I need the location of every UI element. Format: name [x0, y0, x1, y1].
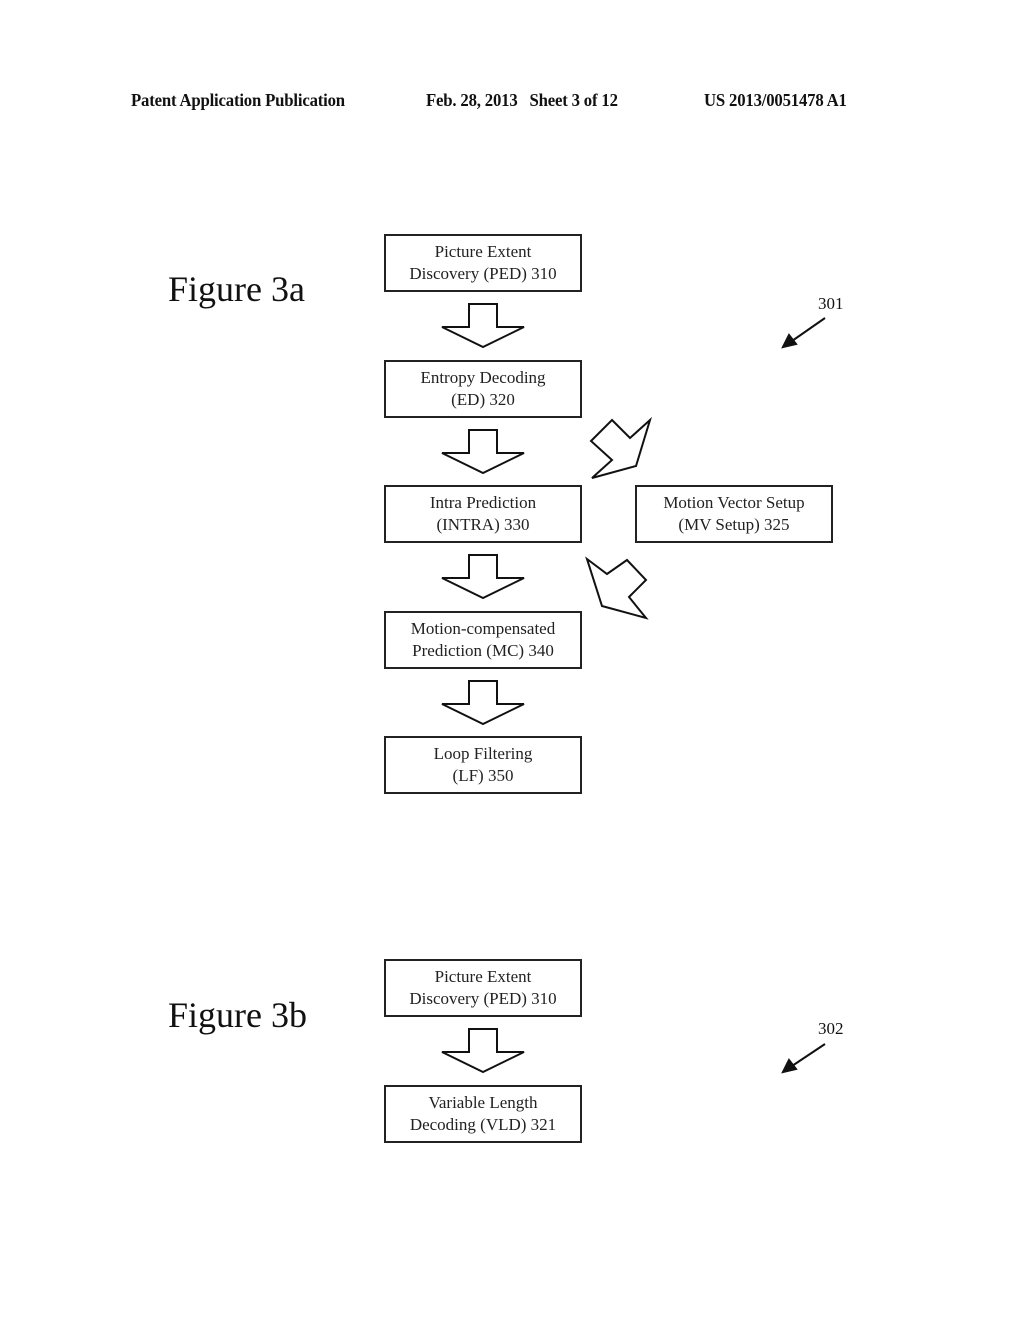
box-line: Intra Prediction — [429, 493, 537, 512]
box-line: (MV Setup) 325 — [678, 515, 790, 534]
figure-3b-reference: 302 — [818, 1019, 844, 1038]
box-line: Discovery (PED) 310 — [409, 989, 557, 1008]
reference-leader-line — [791, 1043, 826, 1067]
diagonal-arrow-icon — [585, 556, 649, 620]
box-line: Motion-compensated — [410, 619, 556, 638]
down-arrow-icon — [441, 1028, 525, 1074]
box-line: Picture Extent — [434, 967, 532, 986]
reference-arrowhead-icon — [781, 333, 798, 349]
box-ed-320: Entropy Decoding (ED) 320 — [384, 360, 582, 418]
box-intra-330: Intra Prediction (INTRA) 330 — [384, 485, 582, 543]
date-sheet-label: Feb. 28, 2013 Sheet 3 of 12 — [426, 90, 618, 110]
box-mc-340: Motion-compensated Prediction (MC) 340 — [384, 611, 582, 669]
box-mv-setup-325: Motion Vector Setup (MV Setup) 325 — [635, 485, 833, 543]
diagonal-arrow-icon — [589, 416, 653, 479]
box-line: Entropy Decoding — [420, 368, 546, 387]
figure-3b-title: Figure 3b — [168, 995, 307, 1035]
box-vld-321: Variable Length Decoding (VLD) 321 — [384, 1085, 582, 1143]
figure-3a-reference: 301 — [818, 294, 844, 313]
figure-3a-title: Figure 3a — [168, 269, 305, 309]
down-arrow-icon — [441, 680, 525, 726]
box-line: Loop Filtering — [433, 744, 533, 763]
down-arrow-icon — [441, 303, 525, 349]
box-line: (LF) 350 — [452, 766, 514, 785]
box-line: Prediction (MC) 340 — [412, 641, 554, 660]
box-line: (INTRA) 330 — [436, 515, 530, 534]
box-ped-310-b: Picture Extent Discovery (PED) 310 — [384, 959, 582, 1017]
box-line: (ED) 320 — [451, 390, 515, 409]
patent-number: US 2013/0051478 A1 — [704, 90, 847, 110]
box-lf-350: Loop Filtering (LF) 350 — [384, 736, 582, 794]
reference-leader-line — [791, 317, 826, 342]
reference-arrowhead-icon — [781, 1058, 798, 1074]
box-line: Discovery (PED) 310 — [409, 264, 557, 283]
down-arrow-icon — [441, 429, 525, 475]
box-line: Picture Extent — [434, 242, 532, 261]
box-line: Variable Length — [428, 1093, 538, 1112]
publication-label: Patent Application Publication — [131, 90, 345, 110]
down-arrow-icon — [441, 554, 525, 600]
box-line: Motion Vector Setup — [663, 493, 805, 512]
box-ped-310: Picture Extent Discovery (PED) 310 — [384, 234, 582, 292]
box-line: Decoding (VLD) 321 — [409, 1115, 557, 1134]
